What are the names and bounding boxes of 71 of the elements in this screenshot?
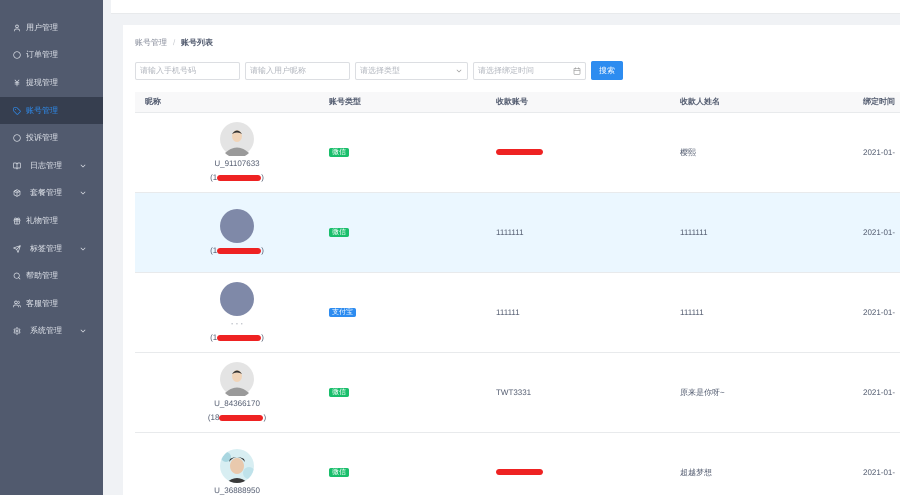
column-header: 昵称 [145,97,161,106]
phone-text: (1 [210,244,218,256]
table-cell: 樱熙 [680,148,696,156]
sidebar-item[interactable]: 系统管理 [0,318,103,346]
table-cell: 超越梦想 [680,468,712,476]
table-cell: 2021-01- [863,228,896,236]
yen-icon [13,78,21,87]
phone-text: (18 [208,412,220,424]
avatar [220,282,254,316]
table-cell: 2021-01- [863,468,896,476]
circle-icon [13,134,21,142]
breadcrumb-link[interactable]: 账号管理 [135,37,167,49]
user-icon [13,24,21,32]
table-cell: 2021-01- [863,388,896,396]
sidebar-item[interactable]: 标签管理 [0,234,103,262]
avatar-icon [220,362,254,396]
redaction-mark [217,248,262,254]
sidebar-item[interactable]: 用户管理 [0,14,103,42]
book-icon [13,162,21,170]
search-icon [13,272,21,280]
redaction-mark [217,174,262,180]
breadcrumb-current: 账号列表 [181,37,214,49]
avatar [220,208,254,242]
redaction-mark [219,414,264,420]
sidebar-item[interactable]: 帮助管理 [0,262,103,290]
table-cell: TWT3331 [496,388,532,396]
table-cell: 2021-01- [863,148,896,156]
nickname: U_91107633 [214,158,260,170]
phone-text: ) [261,172,264,184]
package-icon [13,189,21,198]
breadcrumb-separator: / [173,37,176,49]
input-field[interactable]: 请输入用户昵称 [245,62,350,80]
calendar-icon [573,66,581,74]
sidebar-item[interactable]: 套餐管理 [0,180,103,208]
column-header: 收款人姓名 [680,97,720,106]
nickname: U_84366170 [214,398,260,410]
table-cell: 111111 [680,308,704,316]
phone-text: ) [261,332,264,344]
table-cell: 原来是你呀~ [680,388,725,396]
sidebar-item[interactable]: 提现管理 [0,69,103,97]
column-header: 绑定时间 [863,97,895,106]
phone-text: (1 [210,332,218,344]
settings-icon [13,327,21,336]
phone-text: ) [261,244,264,256]
input-field[interactable]: 请输入手机号码 [135,62,240,80]
send-icon [13,244,21,253]
nickname: · · · [230,318,244,330]
nickname: U_36888950 [214,484,260,495]
table-cell: 111111 [496,308,520,316]
table-cell: 1111111 [680,228,708,236]
search-button[interactable]: 搜索 [591,61,623,80]
column-header: 收款账号 [496,97,528,106]
users-icon [13,300,21,308]
sidebar-item[interactable]: 客服管理 [0,290,103,318]
tag-icon [13,106,21,115]
sidebar-item[interactable]: 日志管理 [0,152,103,180]
column-header: 账号类型 [329,97,361,106]
sidebar-item[interactable]: 礼物管理 [0,207,103,235]
table-cell: 2021-01- [863,308,896,316]
select-field[interactable]: 请选择类型 [355,62,468,80]
sidebar-item[interactable]: 账号管理 [0,96,103,124]
redaction-mark [217,334,262,340]
phone-text: (1 [210,172,218,184]
phone-text: ) [263,412,266,424]
avatar-icon [220,122,254,156]
sidebar-item[interactable]: 投诉管理 [0,124,103,152]
sidebar-item[interactable]: 订单管理 [0,42,103,70]
gift-icon [13,216,21,225]
table-cell: 1111111 [496,228,524,236]
date-field[interactable]: 请选择绑定时间 [473,62,586,80]
circle-icon [13,51,21,60]
